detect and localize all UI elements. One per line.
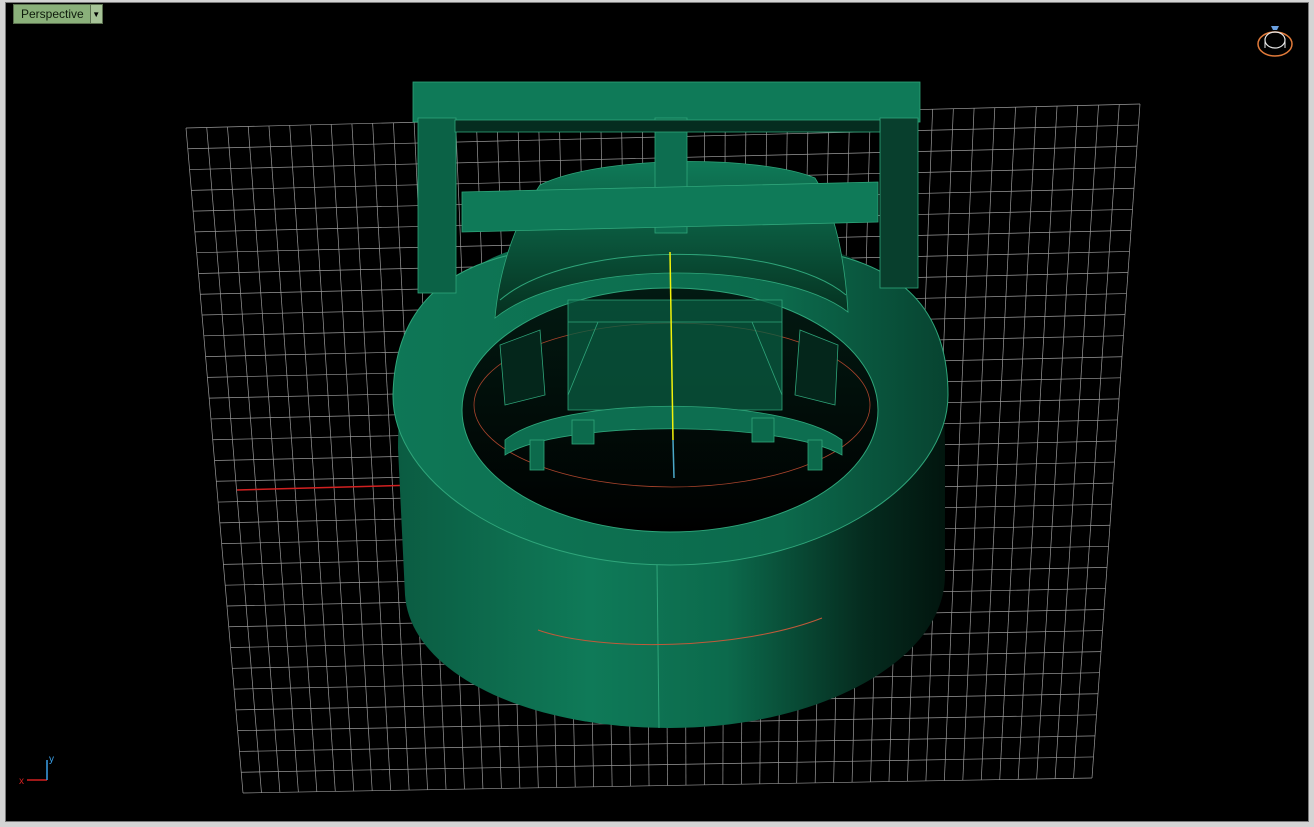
z-axis-line <box>672 439 675 479</box>
viewport-label-text[interactable]: Perspective <box>14 5 90 23</box>
axis-tripod-icon: x y <box>19 754 54 787</box>
axis-y-label: y <box>49 754 54 765</box>
viewport-label[interactable]: Perspective ▼ <box>13 4 103 24</box>
perspective-viewport[interactable]: Perspective ▼ x y <box>0 0 1314 827</box>
triangle-down-icon[interactable]: ▼ <box>89 5 102 23</box>
axis-x-label: x <box>19 776 24 787</box>
viewcube-icon[interactable] <box>1253 20 1297 62</box>
scene-canvas[interactable] <box>0 0 1314 827</box>
ring-model[interactable] <box>392 81 949 729</box>
